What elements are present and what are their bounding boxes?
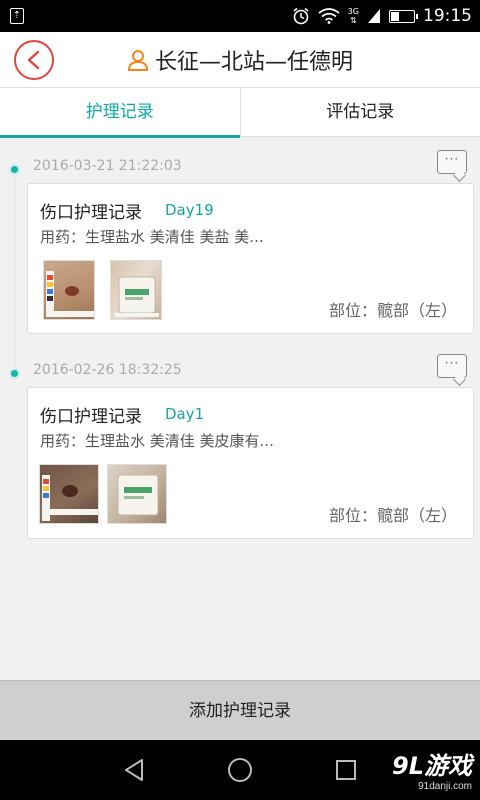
usb-icon: ⇡	[10, 8, 24, 24]
comment-icon[interactable]: ···	[437, 354, 467, 378]
record-title: 伤口护理记录	[40, 203, 142, 223]
signal-icon	[368, 9, 380, 23]
record-datetime: 2016-02-26 18:32:25	[33, 362, 182, 378]
timeline-line	[14, 170, 15, 370]
network-type-indicator: 3G ⇅	[347, 7, 359, 25]
header: 长征—北站—任德明	[0, 32, 480, 87]
wound-photo-thumbnail[interactable]	[107, 464, 167, 524]
page-title: 长征—北站—任德明	[154, 49, 353, 75]
wound-photo-thumbnail[interactable]	[43, 260, 95, 320]
record-datetime: 2016-03-21 21:22:03	[33, 158, 182, 174]
record-location: 部位：髋部（左）	[328, 301, 457, 320]
comment-icon[interactable]: ···	[437, 150, 467, 174]
record-title: 伤口护理记录	[40, 407, 142, 427]
tab-assessment-records[interactable]: 评估记录	[239, 88, 480, 137]
tab-bar: 护理记录 评估记录	[0, 87, 480, 138]
status-bar: ⇡ 3G ⇅ 19:15	[0, 0, 480, 32]
record-card[interactable]: 伤口护理记录 Day19 用药：生理盐水 美清佳 美盐 美... 部位：髋部（左…	[27, 183, 474, 334]
record-day-badge: Day1	[165, 405, 205, 423]
battery-level	[391, 11, 400, 21]
watermark-logo: 9L游戏 91danji.com	[392, 752, 472, 792]
wifi-icon	[318, 8, 340, 24]
record-card[interactable]: 伤口护理记录 Day1 用药：生理盐水 美清佳 美皮康有... 部位：髋部（左）	[27, 387, 474, 539]
tab-care-records[interactable]: 护理记录	[0, 88, 240, 138]
nav-recents-icon[interactable]	[336, 760, 356, 780]
system-nav-bar: 9L游戏 91danji.com	[0, 740, 480, 800]
alarm-icon	[293, 7, 309, 25]
wound-photo-thumbnail[interactable]	[39, 464, 99, 524]
nav-back-icon[interactable]	[122, 758, 146, 782]
record-medication: 用药：生理盐水 美清佳 美盐 美...	[40, 228, 264, 246]
wound-photo-thumbnail[interactable]	[110, 260, 162, 320]
clock: 19:15	[423, 6, 472, 26]
person-icon	[127, 49, 148, 71]
record-medication: 用药：生理盐水 美清佳 美皮康有...	[40, 432, 274, 450]
add-care-record-button[interactable]: 添加护理记录	[0, 680, 480, 740]
timeline-dot	[9, 164, 20, 175]
record-location: 部位：髋部（左）	[328, 506, 457, 525]
record-day-badge: Day19	[165, 201, 214, 219]
timeline-dot	[9, 368, 20, 379]
battery-icon	[389, 9, 418, 23]
nav-home-icon[interactable]	[228, 758, 252, 782]
